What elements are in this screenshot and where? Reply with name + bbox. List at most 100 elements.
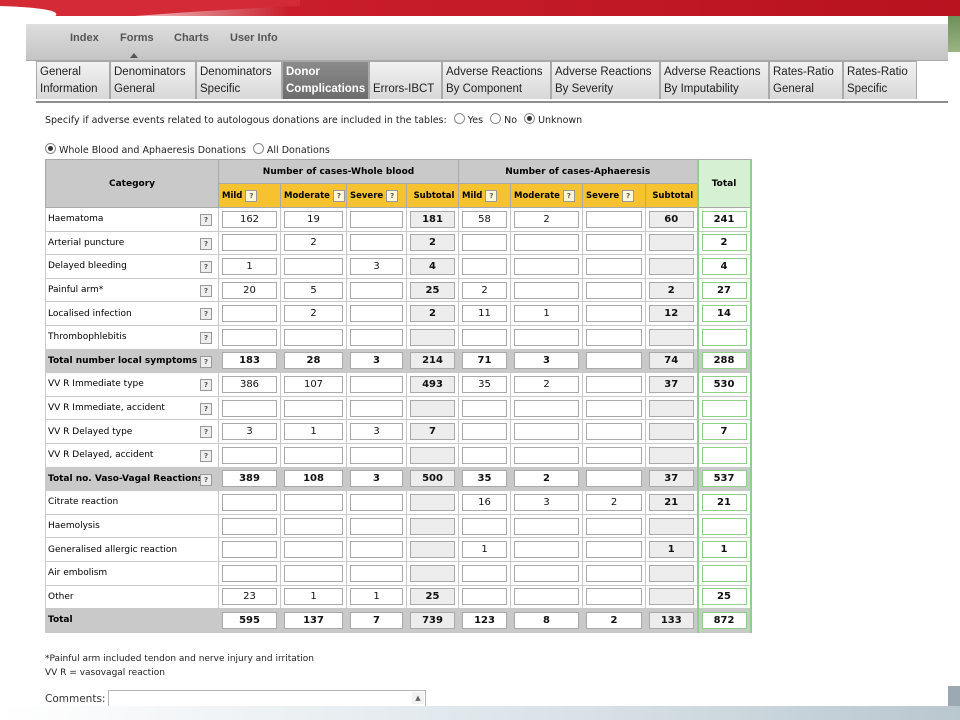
- ap-mild-input[interactable]: [462, 446, 507, 464]
- ap-moderate-input[interactable]: [514, 423, 579, 441]
- tab-denominators-specific[interactable]: Denominators Specific: [196, 61, 282, 99]
- ap-severe-input[interactable]: [586, 423, 642, 441]
- ap-mild-input[interactable]: [462, 423, 507, 441]
- ap-mild-input[interactable]: [462, 588, 507, 606]
- ap-severe-input[interactable]: [586, 305, 642, 323]
- ap-moderate-input[interactable]: [514, 564, 579, 582]
- wb-moderate-input[interactable]: [284, 446, 343, 464]
- ap-mild-input[interactable]: 1: [462, 541, 507, 559]
- wb-moderate-input[interactable]: 2: [284, 305, 343, 323]
- wb-moderate-input[interactable]: [284, 493, 343, 511]
- ap-mild-input[interactable]: [462, 564, 507, 582]
- ap-moderate-input[interactable]: [514, 257, 579, 275]
- tab-donor-complications[interactable]: Donor Complications: [282, 61, 369, 99]
- wb-mild-input[interactable]: [222, 234, 277, 252]
- help-icon[interactable]: ?: [200, 284, 212, 297]
- wb-moderate-input[interactable]: 108: [284, 470, 343, 488]
- wb-moderate-input[interactable]: 2: [284, 234, 343, 252]
- wb-moderate-input[interactable]: 1: [284, 423, 343, 441]
- ap-moderate-input[interactable]: 2: [514, 210, 579, 228]
- ap-severe-input[interactable]: 2: [586, 611, 642, 629]
- ap-severe-input[interactable]: [586, 257, 642, 275]
- wb-mild-input[interactable]: 20: [222, 281, 277, 299]
- ap-moderate-input[interactable]: 8: [514, 611, 579, 629]
- tab-adverse-reactions-by-severity[interactable]: Adverse Reactions By Severity: [551, 61, 660, 99]
- ap-severe-input[interactable]: [586, 234, 642, 252]
- ap-moderate-input[interactable]: 2: [514, 375, 579, 393]
- wb-mild-input[interactable]: [222, 541, 277, 559]
- ap-mild-input[interactable]: [462, 328, 507, 346]
- ap-severe-input[interactable]: [586, 210, 642, 228]
- wb-mild-input[interactable]: [222, 446, 277, 464]
- comments-textarea[interactable]: ▲: [108, 690, 426, 706]
- autologous-no-radio[interactable]: [490, 113, 502, 124]
- wb-mild-input[interactable]: 162: [222, 210, 277, 228]
- wb-mild-input[interactable]: 595: [222, 611, 277, 629]
- ap-moderate-input[interactable]: 3: [514, 352, 579, 370]
- ap-moderate-input[interactable]: [514, 399, 579, 417]
- wb-severe-input[interactable]: [350, 328, 403, 346]
- wb-moderate-input[interactable]: [284, 257, 343, 275]
- ap-mild-input[interactable]: 35: [462, 375, 507, 393]
- wb-mild-input[interactable]: 386: [222, 375, 277, 393]
- ap-severe-input[interactable]: [586, 564, 642, 582]
- ap-severe-input[interactable]: [586, 541, 642, 559]
- wb-moderate-input[interactable]: 1: [284, 588, 343, 606]
- wb-mild-input[interactable]: [222, 493, 277, 511]
- wb-severe-input[interactable]: 3: [350, 470, 403, 488]
- wb-mild-input[interactable]: [222, 399, 277, 417]
- wb-moderate-input[interactable]: 107: [284, 375, 343, 393]
- help-icon[interactable]: ?: [562, 189, 575, 202]
- ap-moderate-input[interactable]: 3: [514, 493, 579, 511]
- wb-mild-input[interactable]: [222, 328, 277, 346]
- ap-severe-input[interactable]: [586, 588, 642, 606]
- wb-severe-input[interactable]: [350, 541, 403, 559]
- wb-severe-input[interactable]: [350, 564, 403, 582]
- wb-moderate-input[interactable]: [284, 541, 343, 559]
- wb-moderate-input[interactable]: [284, 517, 343, 535]
- help-icon[interactable]: ?: [200, 473, 212, 486]
- nav-item-forms[interactable]: Forms: [120, 32, 154, 44]
- wb-severe-input[interactable]: 3: [350, 423, 403, 441]
- ap-severe-input[interactable]: [586, 352, 642, 370]
- tab-adverse-reactions-by-imputability[interactable]: Adverse Reactions By Imputability: [660, 61, 769, 99]
- ap-mild-input[interactable]: 123: [462, 611, 507, 629]
- wb-severe-input[interactable]: [350, 375, 403, 393]
- wb-moderate-input[interactable]: 19: [284, 210, 343, 228]
- wb-moderate-input[interactable]: [284, 399, 343, 417]
- ap-moderate-input[interactable]: [514, 517, 579, 535]
- ap-moderate-input[interactable]: 2: [514, 470, 579, 488]
- ap-severe-input[interactable]: [586, 399, 642, 417]
- wb-mild-input[interactable]: [222, 564, 277, 582]
- help-icon[interactable]: ?: [622, 189, 635, 202]
- wb-mild-input[interactable]: 3: [222, 423, 277, 441]
- wb-severe-input[interactable]: 3: [350, 352, 403, 370]
- wb-severe-input[interactable]: 3: [350, 257, 403, 275]
- all-donations-radio[interactable]: [252, 143, 264, 154]
- wb-severe-input[interactable]: [350, 446, 403, 464]
- wb-moderate-input[interactable]: 5: [284, 281, 343, 299]
- ap-moderate-input[interactable]: [514, 446, 579, 464]
- help-icon[interactable]: ?: [200, 426, 212, 439]
- ap-mild-input[interactable]: 35: [462, 470, 507, 488]
- wb-severe-input[interactable]: [350, 210, 403, 228]
- tab-adverse-reactions-by-component[interactable]: Adverse Reactions By Component: [442, 61, 551, 99]
- wb-severe-input[interactable]: [350, 234, 403, 252]
- help-icon[interactable]: ?: [200, 402, 212, 415]
- whole-blood-aphaeresis-radio[interactable]: [45, 143, 56, 154]
- ap-moderate-input[interactable]: [514, 281, 579, 299]
- ap-severe-input[interactable]: [586, 375, 642, 393]
- wb-severe-input[interactable]: [350, 399, 403, 417]
- help-icon[interactable]: ?: [200, 449, 212, 462]
- help-icon[interactable]: ?: [200, 308, 212, 321]
- help-icon[interactable]: ?: [200, 379, 212, 392]
- ap-severe-input[interactable]: [586, 281, 642, 299]
- ap-moderate-input[interactable]: [514, 588, 579, 606]
- ap-mild-input[interactable]: [462, 257, 507, 275]
- help-icon[interactable]: ?: [386, 189, 399, 202]
- nav-item-user-info[interactable]: User Info: [230, 32, 278, 44]
- wb-severe-input[interactable]: 7: [350, 611, 403, 629]
- help-icon[interactable]: ?: [200, 214, 212, 226]
- ap-mild-input[interactable]: [462, 399, 507, 417]
- wb-moderate-input[interactable]: 28: [284, 352, 343, 370]
